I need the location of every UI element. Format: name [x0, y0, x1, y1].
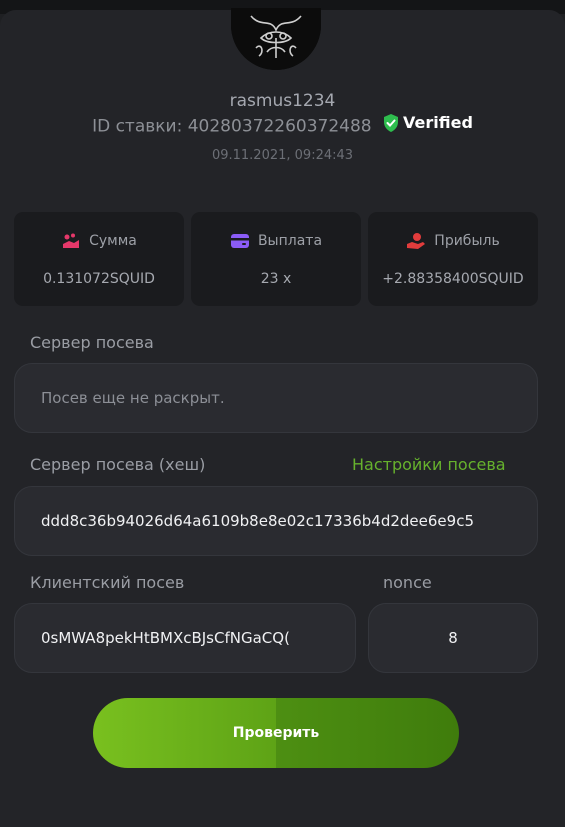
client-seed-value: 0sMWA8pekHtBMXcBJsCfNGaCQ(	[41, 629, 290, 647]
stat-label-profit: Прибыль	[434, 233, 500, 249]
nonce-label: nonce	[383, 573, 432, 592]
server-seed-hash-value: ddd8c36b94026d64a6109b8e8e02c17336b4d2de…	[41, 512, 474, 530]
wallet-icon	[230, 234, 249, 248]
client-seed-field[interactable]: 0sMWA8pekHtBMXcBJsCfNGaCQ(	[14, 603, 356, 673]
stat-value-amount: 0.131072SQUID	[43, 271, 155, 287]
stat-value-profit: +2.88358400SQUID	[382, 271, 524, 287]
server-seed-hash-field[interactable]: ddd8c36b94026d64a6109b8e8e02c17336b4d2de…	[14, 486, 538, 556]
verify-button[interactable]: Проверить	[93, 698, 459, 768]
stat-card-payout: Выплата 23 x	[191, 212, 361, 306]
server-seed-field[interactable]: Посев еще не раскрыт.	[14, 363, 538, 433]
avatar	[231, 8, 321, 70]
server-seed-label: Сервер посева	[30, 333, 154, 352]
client-seed-label: Клиентский посев	[30, 573, 185, 592]
nonce-value: 8	[448, 629, 458, 647]
ornament-avatar-image	[231, 8, 321, 70]
stat-label-payout: Выплата	[257, 233, 323, 249]
bet-id-row: ID ставки: 40280372260372488 Verified	[0, 113, 565, 137]
bet-id-label: ID ставки:	[92, 116, 183, 137]
bet-datetime: 09.11.2021, 09:24:43	[211, 148, 354, 163]
verified-label: Verified	[403, 113, 473, 132]
nonce-field[interactable]: 8	[368, 603, 538, 673]
bet-id-value: 40280372260372488	[187, 116, 372, 137]
seed-settings-link[interactable]: Настройки посева	[352, 455, 506, 474]
verify-button-label: Проверить	[232, 725, 320, 741]
server-seed-value: Посев еще не раскрыт.	[41, 389, 225, 407]
server-seed-hash-label: Сервер посева (хеш)	[30, 455, 206, 474]
stat-card-amount: Сумма 0.131072SQUID	[14, 212, 184, 306]
verified-badge: Verified	[383, 113, 473, 132]
hand-coin-icon	[407, 233, 426, 249]
shield-check-icon	[384, 113, 399, 132]
stat-label-amount: Сумма	[89, 233, 137, 249]
stat-value-payout: 23 x	[260, 271, 292, 287]
stat-card-profit: Прибыль +2.88358400SQUID	[368, 212, 538, 306]
username: rasmus1234	[229, 91, 336, 111]
coins-icon	[63, 233, 80, 248]
